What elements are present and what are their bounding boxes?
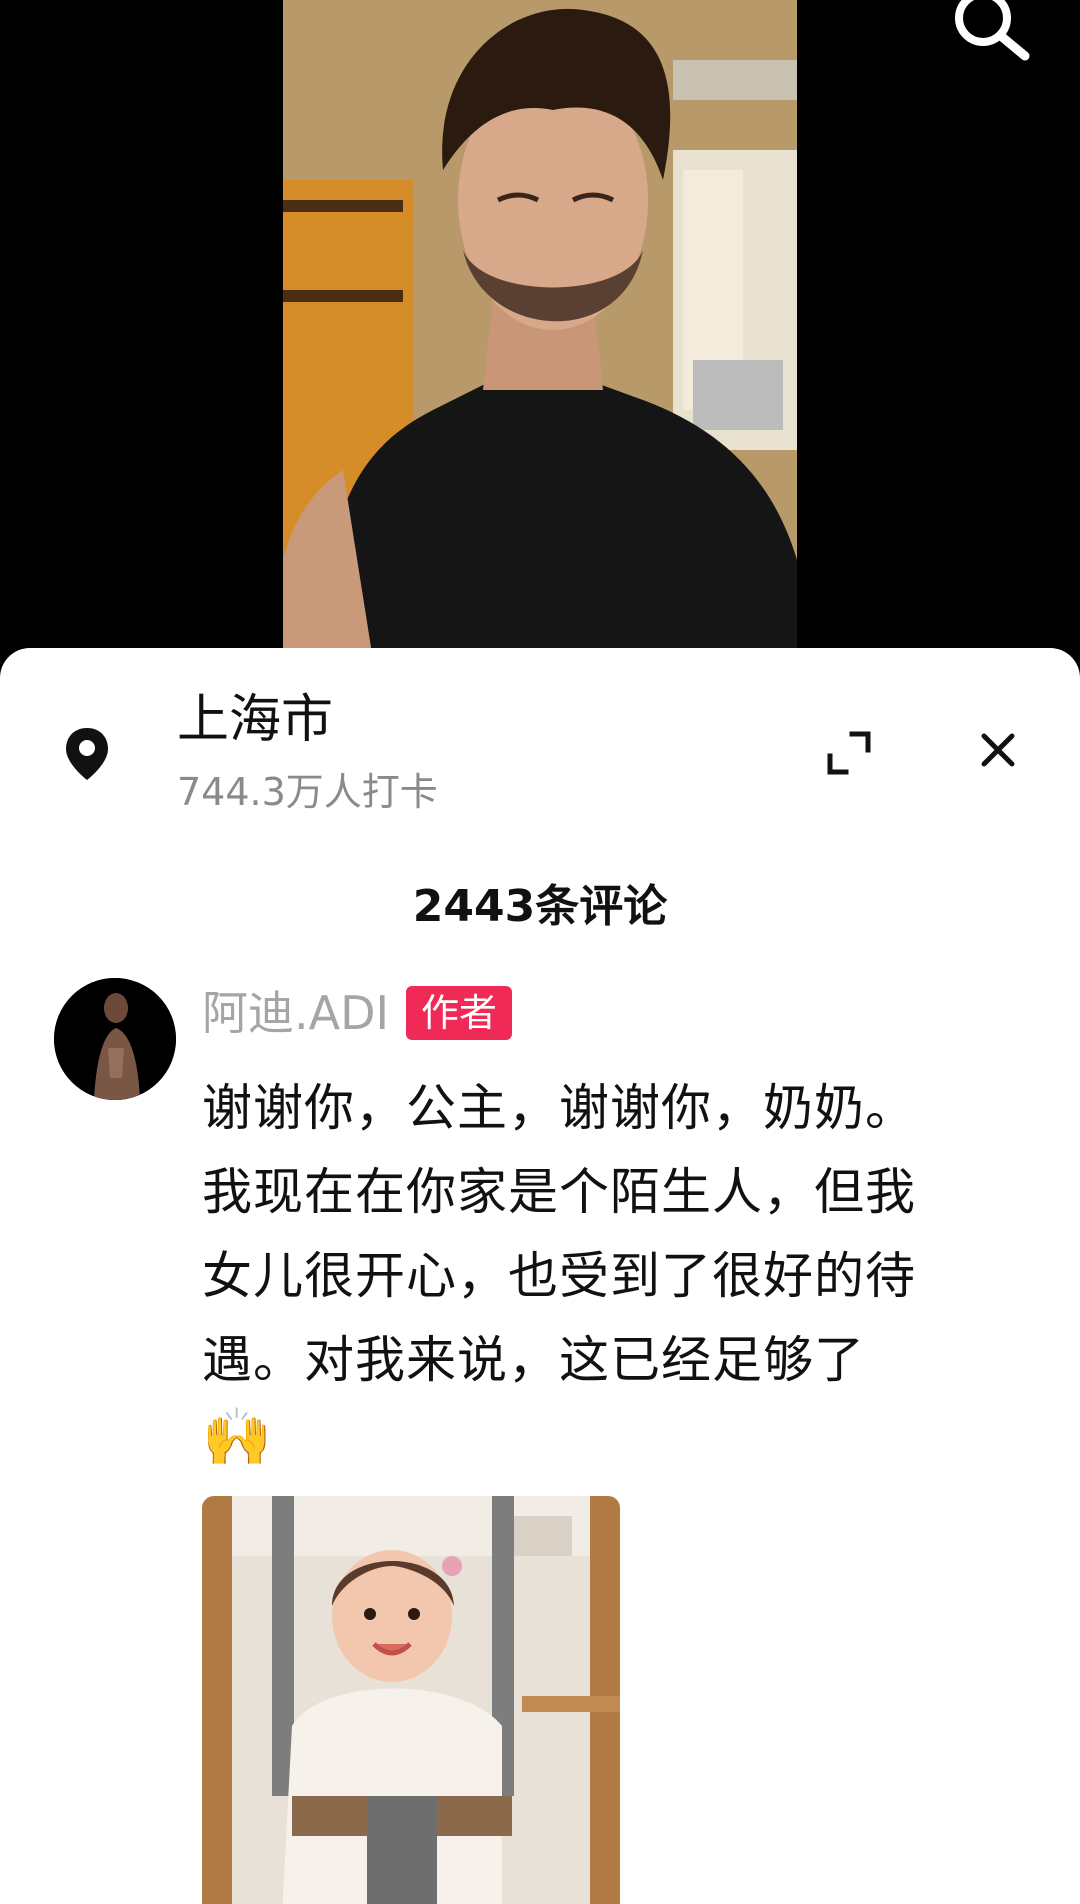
comment-line: 谢谢你，公主，谢谢你，奶奶。: [202, 1079, 916, 1137]
comment-count-title: 2443条评论: [412, 881, 668, 932]
author-badge: 作者: [406, 986, 512, 1040]
comment-image-baby-swing[interactable]: [202, 1496, 620, 1904]
comment-text: 谢谢你，公主，谢谢你，奶奶。 我现在在你家是个陌生人，但我 女儿很开心，也受到了…: [202, 1066, 1022, 1402]
location-checkins: 744.3万人打卡: [177, 770, 438, 814]
location-pin-icon: [62, 726, 112, 782]
comment-line: 遇。对我来说，这已经足够了: [202, 1331, 865, 1389]
comment-line: 我现在在你家是个陌生人，但我: [202, 1163, 916, 1221]
close-button[interactable]: [978, 730, 1018, 770]
video-thumbnail-man: [283, 0, 797, 660]
comment-username[interactable]: 阿迪.ADI: [202, 988, 389, 1039]
comment-line: 女儿很开心，也受到了很好的待: [202, 1247, 916, 1305]
expand-button[interactable]: [826, 730, 872, 776]
search-icon: [955, 0, 1030, 61]
close-icon: [981, 733, 1015, 767]
baby-swing-photo: [202, 1496, 620, 1904]
comments-sheet: 上海市 744.3万人打卡 2443条评论 阿迪.ADI 作者 谢谢你，公主，谢…: [0, 648, 1080, 1904]
location-name[interactable]: 上海市: [177, 691, 333, 749]
expand-icon: [827, 731, 871, 775]
avatar[interactable]: [54, 978, 176, 1100]
raised-hands-emoji: 🙌: [202, 1405, 272, 1470]
video-frame[interactable]: [283, 0, 797, 660]
video-player[interactable]: [0, 0, 1080, 660]
search-button[interactable]: [945, 0, 1035, 70]
avatar-image: [54, 978, 176, 1100]
